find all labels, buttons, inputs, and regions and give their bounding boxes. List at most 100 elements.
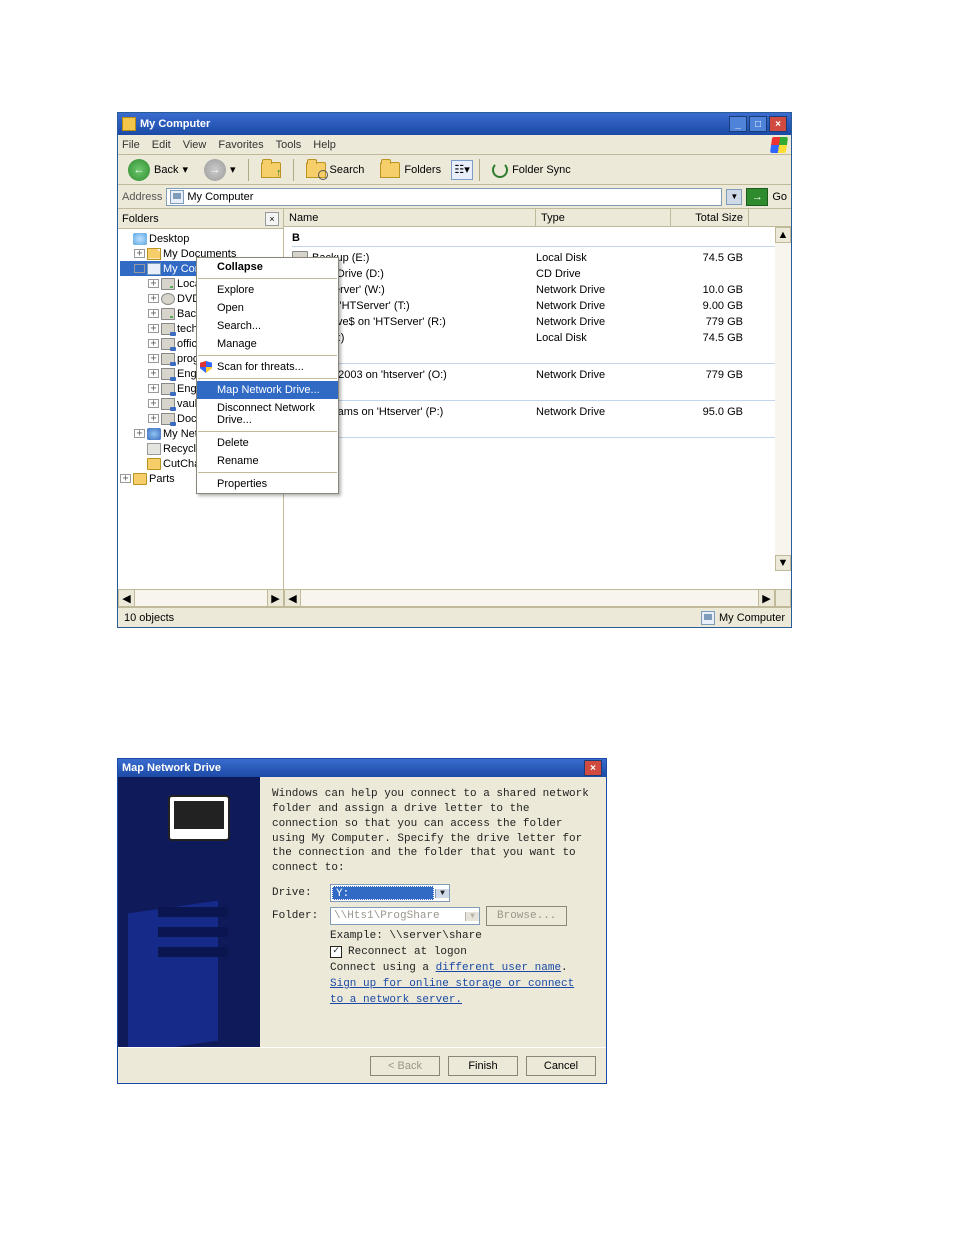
- reconnect-checkbox[interactable]: [330, 946, 342, 958]
- status-bar: 10 objects My Computer: [118, 607, 791, 627]
- close-button[interactable]: ×: [769, 116, 787, 132]
- list-item[interactable]: HTServer' (W:)Network Drive10.0 GB: [284, 282, 791, 298]
- menu-view[interactable]: View: [183, 139, 207, 151]
- finish-button[interactable]: Finish: [448, 1056, 518, 1076]
- scroll-left-icon[interactable]: ◀: [119, 590, 135, 606]
- folders-header: Folders ×: [118, 209, 283, 229]
- network-places-icon: [147, 428, 161, 440]
- context-item[interactable]: Properties: [197, 475, 338, 493]
- address-dropdown-button[interactable]: ▼: [726, 189, 742, 205]
- tree-hscroll[interactable]: ◀ ▶: [118, 589, 284, 607]
- close-pane-button[interactable]: ×: [265, 212, 279, 226]
- scroll-left-icon[interactable]: ◀: [285, 590, 301, 606]
- list-hscroll[interactable]: ◀ ▶: [284, 589, 775, 607]
- net-icon: [161, 368, 175, 380]
- map-network-drive-dialog: Map Network Drive × Windows can help you…: [117, 758, 607, 1084]
- different-user-link[interactable]: different user name: [436, 962, 561, 974]
- back-icon: ←: [128, 159, 150, 181]
- folder-label: Folder:: [272, 910, 324, 922]
- signup-link-2[interactable]: to a network server.: [330, 994, 462, 1006]
- menu-help[interactable]: Help: [313, 139, 336, 151]
- back-button[interactable]: ← Back ▾: [122, 157, 194, 183]
- dialog-form: Windows can help you connect to a shared…: [260, 777, 606, 1047]
- search-button[interactable]: Search: [300, 160, 371, 180]
- context-item[interactable]: Manage: [197, 335, 338, 353]
- up-button[interactable]: [255, 160, 287, 180]
- menu-separator: [198, 355, 337, 356]
- menu-file[interactable]: File: [122, 139, 140, 151]
- scroll-up-icon[interactable]: ▲: [775, 227, 791, 243]
- folder-icon: [147, 458, 161, 470]
- list-item[interactable]: Archive$ on 'HTServer' (R:)Network Drive…: [284, 314, 791, 330]
- back-button[interactable]: < Back: [370, 1056, 440, 1076]
- context-item[interactable]: Scan for threats...: [197, 358, 338, 376]
- menu-favorites[interactable]: Favorites: [218, 139, 263, 151]
- file-list[interactable]: BBackup (E:)Local Disk74.5 GB-RW Drive (…: [284, 227, 791, 443]
- folders-icon: [380, 162, 400, 178]
- views-button[interactable]: ☷▾: [451, 160, 473, 180]
- tree-desktop[interactable]: Desktop: [120, 231, 281, 246]
- context-item[interactable]: Search...: [197, 317, 338, 335]
- group-header: T: [284, 420, 791, 441]
- context-item[interactable]: Map Network Drive...: [197, 381, 338, 399]
- column-type[interactable]: Type: [536, 209, 671, 226]
- cancel-button[interactable]: Cancel: [526, 1056, 596, 1076]
- menubar: File Edit View Favorites Tools Help: [118, 135, 791, 155]
- net-icon: [161, 383, 175, 395]
- folder-combobox[interactable]: \\Hts1\ProgShare ▼: [330, 907, 480, 925]
- drv-icon: [161, 308, 175, 320]
- drive-label: Drive:: [272, 887, 324, 899]
- minimize-button[interactable]: _: [729, 116, 747, 132]
- menu-tools[interactable]: Tools: [276, 139, 302, 151]
- desktop-icon: [133, 233, 147, 245]
- menu-edit[interactable]: Edit: [152, 139, 171, 151]
- folder-sync-button[interactable]: Folder Sync: [486, 160, 577, 180]
- net-icon: [161, 398, 175, 410]
- group-header: P: [284, 383, 791, 404]
- list-item[interactable]: office2003 on 'htserver' (O:)Network Dri…: [284, 367, 791, 383]
- recycle-bin-icon: [147, 443, 161, 455]
- context-item[interactable]: Delete: [197, 434, 338, 452]
- column-size[interactable]: Total Size: [671, 209, 749, 226]
- dialog-titlebar[interactable]: Map Network Drive ×: [118, 759, 606, 777]
- context-item[interactable]: Open: [197, 299, 338, 317]
- titlebar[interactable]: My Computer _ □ ×: [118, 113, 791, 135]
- scroll-right-icon[interactable]: ▶: [267, 590, 283, 606]
- intro-text: Windows can help you connect to a shared…: [272, 787, 594, 876]
- list-item[interactable]: m on 'HTServer' (T:)Network Drive9.00 GB: [284, 298, 791, 314]
- address-value: My Computer: [187, 191, 253, 203]
- folder-value: \\Hts1\ProgShare: [331, 910, 465, 922]
- folders-button[interactable]: Folders: [374, 160, 447, 180]
- context-item[interactable]: Collapse: [197, 258, 338, 276]
- forward-button[interactable]: → ▾: [198, 157, 242, 183]
- context-item[interactable]: Rename: [197, 452, 338, 470]
- go-label: Go: [772, 191, 787, 203]
- context-item[interactable]: Disconnect Network Drive...: [197, 399, 338, 429]
- scroll-right-icon[interactable]: ▶: [758, 590, 774, 606]
- go-button[interactable]: →: [746, 188, 768, 206]
- drive-dropdown[interactable]: Y: ▼: [330, 884, 450, 902]
- net-icon: [161, 353, 175, 365]
- scroll-down-icon[interactable]: ▼: [775, 555, 791, 571]
- search-icon: [306, 162, 326, 178]
- vertical-scrollbar[interactable]: ▲ ▼: [775, 227, 791, 571]
- maximize-button[interactable]: □: [749, 116, 767, 132]
- list-item[interactable]: sk (C:)Local Disk74.5 GB: [284, 330, 791, 346]
- folder-icon: [133, 473, 147, 485]
- reconnect-label: Reconnect at logon: [348, 946, 467, 958]
- list-item[interactable]: -RW Drive (D:)CD Drive: [284, 266, 791, 282]
- signup-link[interactable]: Sign up for online storage or connect: [330, 978, 574, 990]
- list-item[interactable]: programs on 'Htserver' (P:)Network Drive…: [284, 404, 791, 420]
- separator: [293, 159, 294, 181]
- context-item[interactable]: Explore: [197, 281, 338, 299]
- dialog-close-button[interactable]: ×: [584, 760, 602, 776]
- column-headers: Name Type Total Size: [284, 209, 791, 227]
- browse-button[interactable]: Browse...: [486, 906, 567, 926]
- address-label: Address: [122, 191, 162, 203]
- explorer-window: My Computer _ □ × File Edit View Favorit…: [117, 112, 792, 628]
- sync-icon: [492, 162, 508, 178]
- menu-separator: [198, 472, 337, 473]
- column-name[interactable]: Name: [284, 209, 536, 226]
- list-item[interactable]: Backup (E:)Local Disk74.5 GB: [284, 250, 791, 266]
- address-field[interactable]: My Computer: [166, 188, 722, 206]
